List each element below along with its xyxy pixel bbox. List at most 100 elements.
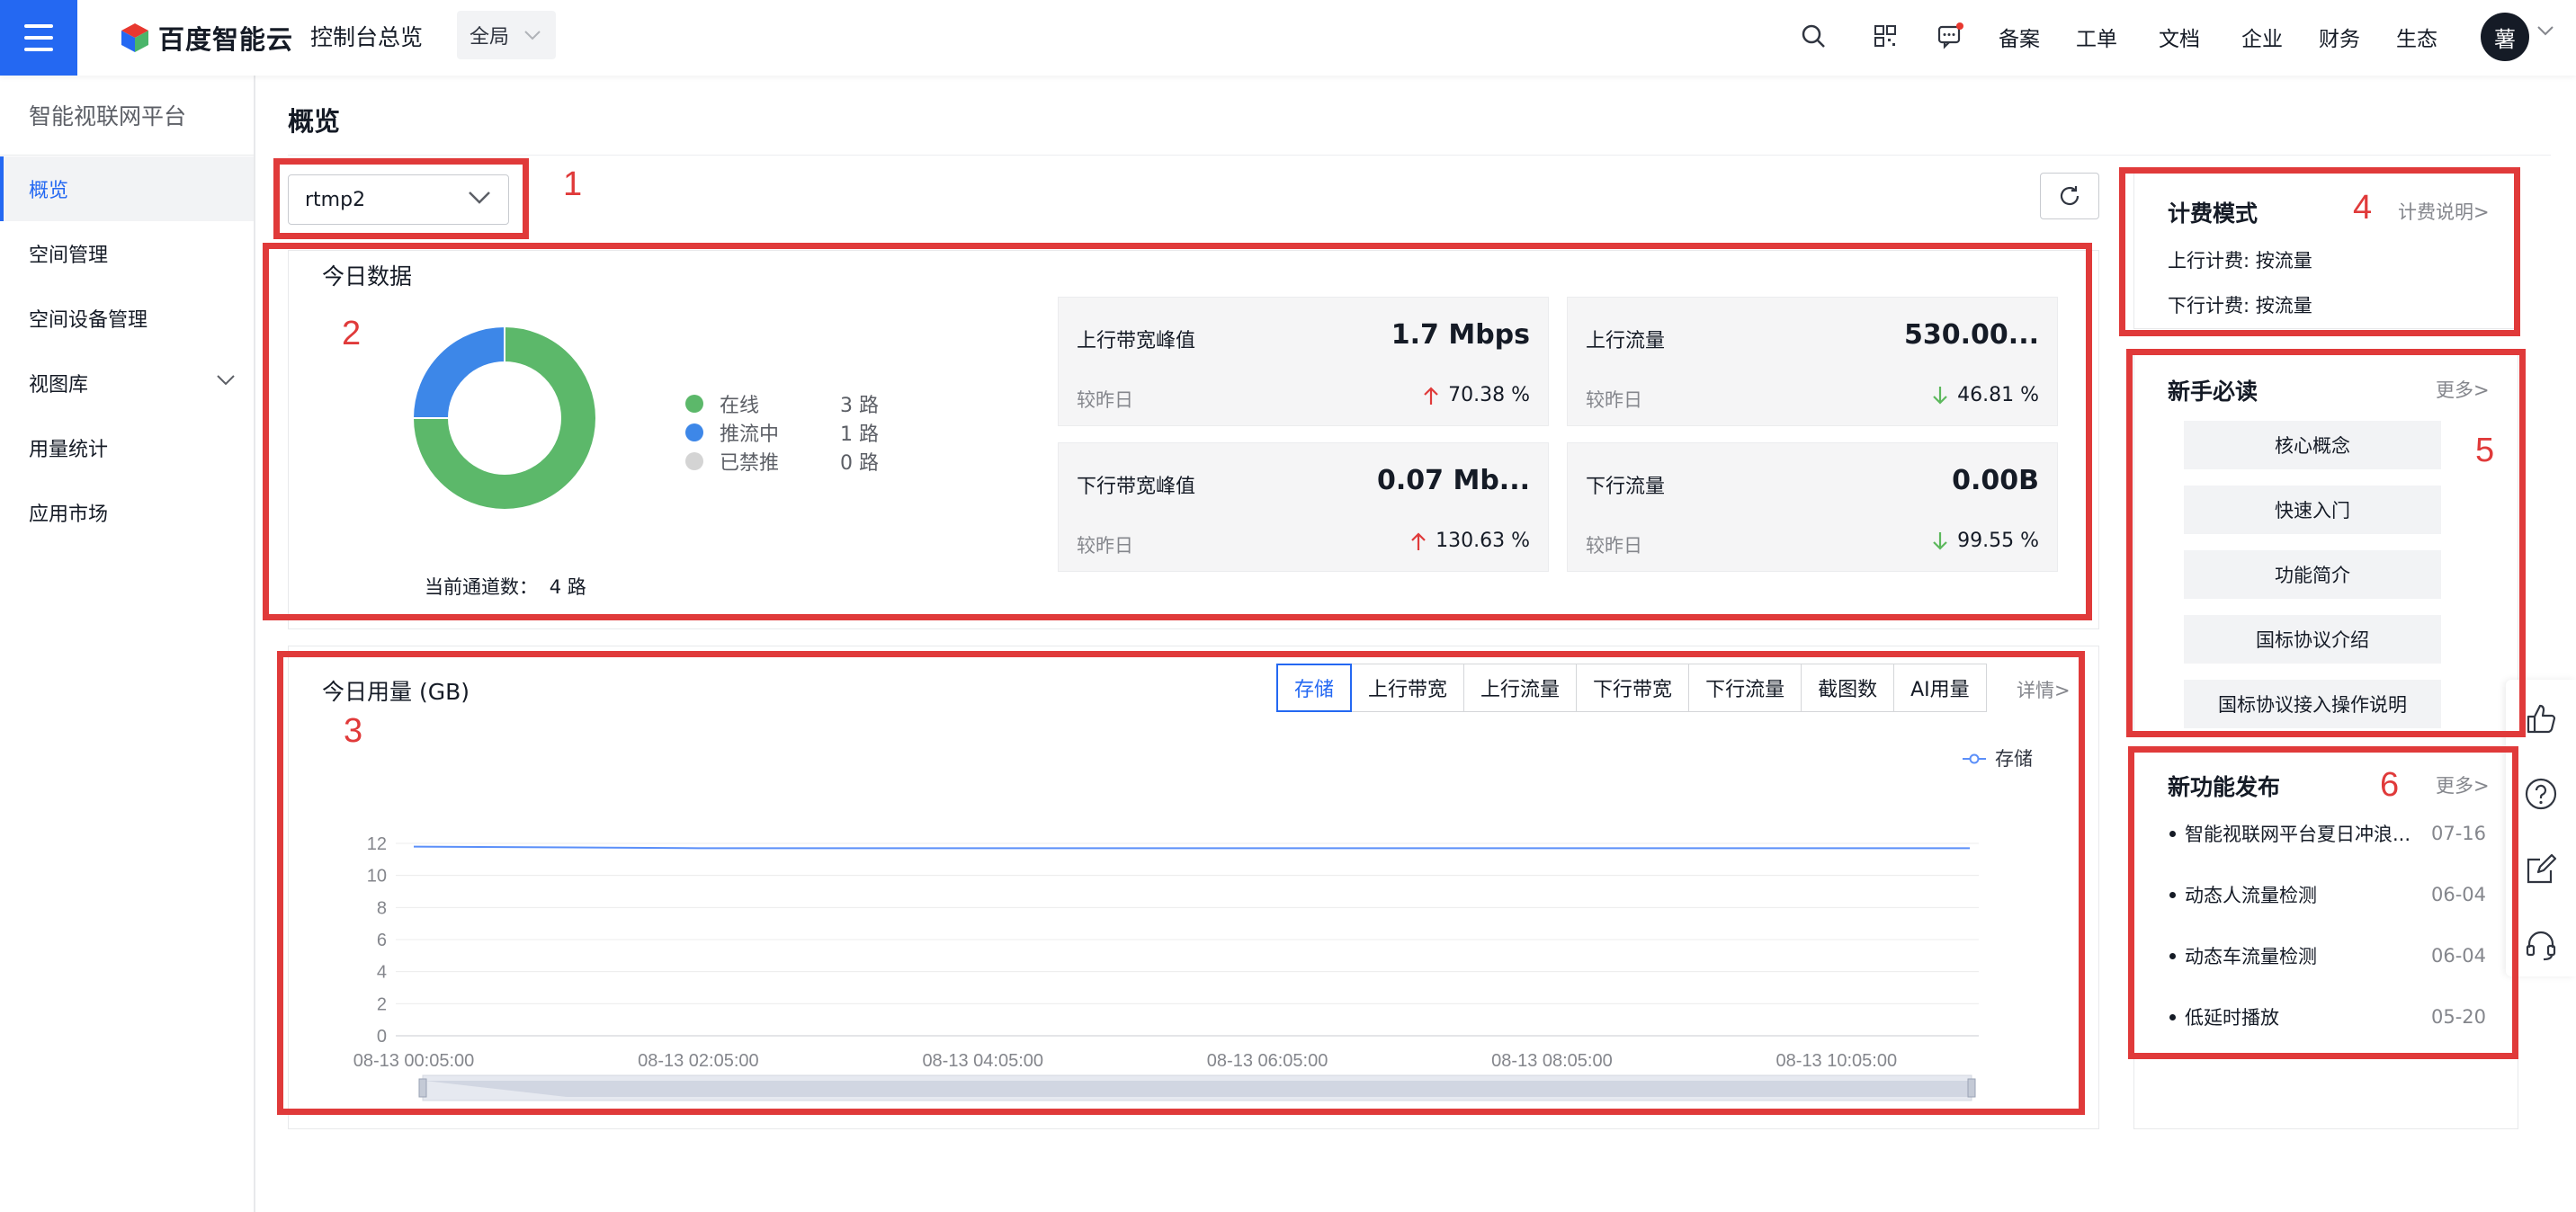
tab-upload-traffic[interactable]: 上行流量 [1463, 664, 1578, 712]
news-item[interactable]: 动态人流量检测 06-04 [2169, 881, 2486, 908]
data-zoom-slider[interactable] [418, 1074, 1976, 1101]
tab-screenshot-count[interactable]: 截图数 [1801, 664, 1895, 712]
guide-item-core-concepts[interactable]: 核心概念 [2184, 421, 2441, 469]
news-item[interactable]: 智能视联网平台夏日冲浪... 07-16 [2169, 820, 2486, 847]
zoom-preview-area [425, 1081, 1970, 1097]
bullet [2169, 1013, 2176, 1020]
brand-logo[interactable]: 百度智能云 [119, 18, 293, 58]
message-icon[interactable] [1932, 18, 1968, 54]
channel-count: 当前通道数： 4 路 [425, 573, 586, 600]
sidebar-item-app-market[interactable]: 应用市场 [0, 480, 254, 545]
top-bar: 百度智能云 控制台总览 全局 备案 工单 文档 企业 财务 生态 薯 [0, 0, 2576, 76]
metric-compare-label: 较昨日 [1077, 535, 1133, 557]
console-overview-link[interactable]: 控制台总览 [310, 20, 423, 52]
y-tick-label: 8 [377, 898, 387, 918]
annotation-number-1: 1 [563, 165, 583, 203]
region-select[interactable]: 全局 [457, 11, 556, 59]
news-more-link[interactable]: 更多> [2436, 771, 2490, 798]
chevron-down-icon[interactable] [2536, 25, 2554, 36]
news-title: 新功能发布 [2168, 774, 2281, 800]
legend-streaming: 推流中 1 路 [685, 419, 879, 446]
news-item[interactable]: 低延时播放 05-20 [2169, 1003, 2486, 1030]
guide-item-gb-protocol-guide[interactable]: 国标协议接入操作说明 [2184, 680, 2441, 728]
header-link-docs[interactable]: 文档 [2159, 22, 2200, 52]
brand-name: 百度智能云 [158, 24, 294, 55]
news-item-title: 低延时播放 [2185, 1007, 2279, 1029]
avatar[interactable]: 薯 [2481, 13, 2529, 61]
tab-download-traffic[interactable]: 下行流量 [1688, 664, 1802, 712]
legend-dot [685, 452, 703, 470]
qrcode-icon[interactable] [1867, 18, 1903, 54]
metric-upload-traffic: 上行流量 530.00... 较昨日 46.81 % [1567, 297, 2058, 426]
usage-tabs: 存储 上行带宽 上行流量 下行带宽 下行流量 截图数 AI用量 [1276, 664, 1987, 712]
metric-change-value: 70.38 % [1448, 384, 1530, 406]
legend-label: 在线 [720, 395, 760, 417]
y-tick-label: 12 [367, 834, 387, 854]
refresh-button[interactable] [2040, 173, 2099, 219]
metric-label: 下行流量 [1586, 476, 1666, 498]
header-link-ticket[interactable]: 工单 [2076, 22, 2117, 52]
billing-help-link[interactable]: 计费说明> [2398, 198, 2490, 225]
metric-change-value: 46.81 % [1957, 384, 2039, 406]
sidebar-item-space-device-management[interactable]: 空间设备管理 [0, 286, 254, 351]
tab-upload-bandwidth[interactable]: 上行带宽 [1351, 664, 1465, 712]
sidebar-title: 智能视联网平台 [29, 103, 187, 129]
cube-logo-icon [121, 23, 148, 52]
metric-value: 1.7 Mbps [1391, 319, 1530, 351]
usage-detail-link[interactable]: 详情> [2017, 676, 2071, 703]
arrow-up-icon [1411, 531, 1426, 550]
guide-more-link[interactable]: 更多> [2436, 376, 2490, 403]
metric-change-value: 99.55 % [1957, 530, 2039, 552]
y-tick-label: 10 [367, 867, 387, 887]
sidebar-item-view-library[interactable]: 视图库 [0, 351, 254, 415]
news-item-date: 07-16 [2430, 823, 2486, 844]
header-link-enterprise[interactable]: 企业 [2241, 22, 2283, 52]
refresh-icon [2060, 186, 2080, 206]
sidebar-item-space-management[interactable]: 空间管理 [0, 221, 254, 286]
region-label: 全局 [470, 26, 510, 49]
guide-item-feature-intro[interactable]: 功能简介 [2184, 550, 2441, 599]
tab-download-bandwidth[interactable]: 下行带宽 [1576, 664, 1690, 712]
sidebar-item-overview[interactable]: 概览 [0, 156, 254, 221]
tab-ai-usage[interactable]: AI用量 [1893, 664, 1987, 712]
header-link-finance[interactable]: 财务 [2319, 22, 2360, 52]
news-item[interactable]: 动态车流量检测 06-04 [2169, 942, 2486, 969]
legend-banned: 已禁推 0 路 [685, 448, 879, 475]
chevron-down-icon [469, 192, 490, 204]
x-tick-label: 08-13 10:05:00 [1776, 1051, 1898, 1071]
guide-card [2133, 351, 2518, 734]
news-item-date: 06-04 [2430, 884, 2486, 905]
arrow-up-icon [1424, 386, 1438, 405]
x-tick-label: 08-13 02:05:00 [638, 1051, 759, 1071]
tab-storage[interactable]: 存储 [1276, 664, 1353, 712]
metric-label: 上行带宽峰值 [1077, 330, 1196, 352]
annotation-number-4: 4 [2353, 189, 2373, 227]
header-link-ecosystem[interactable]: 生态 [2396, 22, 2437, 52]
guide-item-quick-start[interactable]: 快速入门 [2184, 486, 2441, 534]
channel-count-label: 当前通道数： [425, 576, 538, 598]
headset-support-icon[interactable] [2522, 926, 2560, 964]
sidebar-item-usage-stats[interactable]: 用量统计 [0, 415, 254, 480]
donut-slice [411, 325, 505, 419]
zoom-handle-right[interactable] [1967, 1078, 1976, 1098]
bullet [2169, 952, 2176, 959]
annotation-number-3: 3 [344, 712, 363, 750]
metric-value: 0.00B [1952, 465, 2039, 496]
help-icon[interactable] [2522, 775, 2560, 813]
channel-select[interactable]: rtmp2 [288, 174, 509, 225]
chart-legend[interactable]: 存储 [1963, 749, 2033, 770]
x-tick-label: 08-13 08:05:00 [1491, 1051, 1613, 1071]
series-line [413, 845, 1970, 850]
header-link-beian[interactable]: 备案 [1999, 22, 2040, 52]
search-icon[interactable] [1795, 18, 1831, 54]
metric-label: 下行带宽峰值 [1077, 476, 1196, 498]
edit-feedback-icon[interactable] [2522, 851, 2560, 888]
zoom-handle-left[interactable] [418, 1078, 427, 1098]
billing-title: 计费模式 [2168, 201, 2258, 227]
thumbs-up-icon[interactable] [2522, 700, 2560, 737]
guide-item-gb-protocol-intro[interactable]: 国标协议介绍 [2184, 615, 2441, 664]
metric-label: 上行流量 [1586, 330, 1666, 352]
metric-change: 99.55 % [1932, 530, 2039, 552]
chevron-down-icon [524, 31, 541, 40]
hamburger-menu-icon[interactable] [0, 0, 77, 76]
